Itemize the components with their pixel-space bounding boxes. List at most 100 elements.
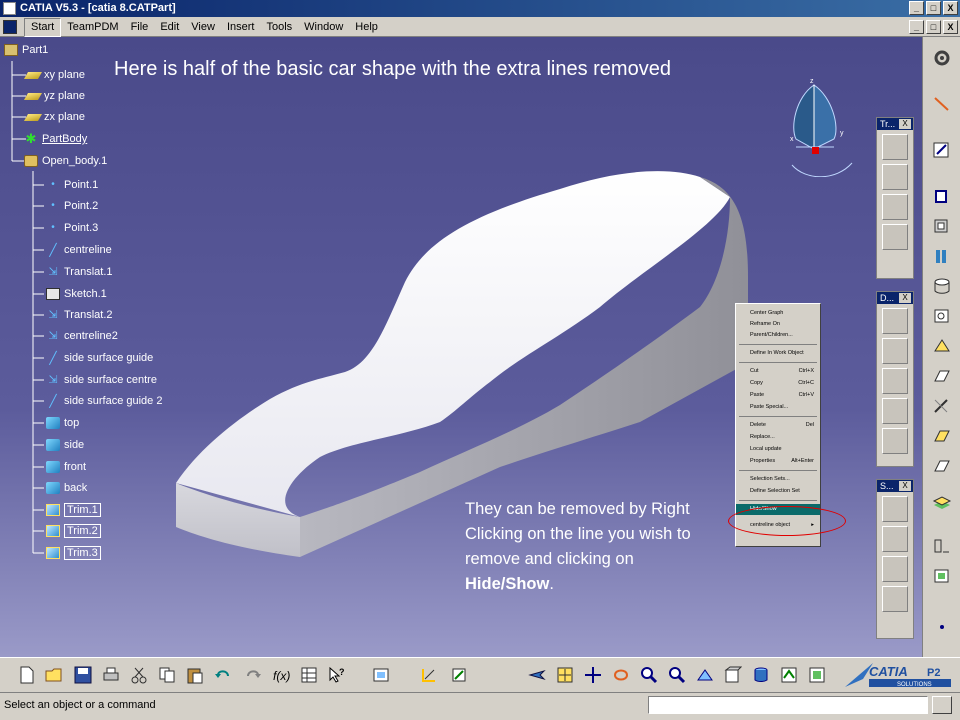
doc-close-button[interactable]: X (943, 20, 958, 34)
sketcher-icon[interactable] (450, 666, 468, 684)
tree-item-side[interactable]: side (46, 436, 84, 454)
context-item-reframe-on[interactable]: Reframe On (736, 319, 820, 330)
tree-item-translat-2[interactable]: ⇲ Translat.2 (46, 306, 112, 324)
remove-lump-tool-icon[interactable] (932, 457, 952, 475)
redo-icon[interactable] (244, 666, 262, 684)
normal-view-icon[interactable] (696, 666, 714, 684)
tree-item-yz-plane[interactable]: yz plane (23, 87, 85, 105)
close-button[interactable]: X (943, 1, 958, 15)
help-pointer-icon[interactable]: ? (328, 666, 346, 684)
tree-item-top[interactable]: top (46, 414, 79, 432)
close-icon[interactable]: X (899, 293, 911, 303)
tree-item-side-surface-centre[interactable]: ⇲ side surface centre (46, 371, 157, 389)
tree-item-front[interactable]: front (46, 458, 86, 476)
paste-icon[interactable] (186, 666, 204, 684)
command-button[interactable] (932, 696, 952, 714)
doc-maximize-button[interactable]: □ (926, 20, 941, 34)
tree-root-part1[interactable]: Part1 (4, 41, 48, 59)
menu-teampdm[interactable]: TeamPDM (61, 17, 124, 37)
shading-icon[interactable] (752, 666, 770, 684)
print-icon[interactable] (102, 666, 120, 684)
context-item-paste-special[interactable]: Paste Special... (736, 402, 820, 413)
analysis-tool-icon[interactable] (932, 567, 952, 585)
translate-tool-icon[interactable] (882, 134, 908, 160)
thickness-tool-icon[interactable] (882, 428, 908, 454)
tree-item-side-surface-guide-2[interactable]: ╱ side surface guide 2 (46, 392, 162, 410)
swap-visible-space-icon[interactable] (808, 666, 826, 684)
shell-tool-icon[interactable] (882, 398, 908, 424)
draft-tool-icon[interactable] (882, 368, 908, 394)
tree-item-zx-plane[interactable]: zx plane (23, 108, 85, 126)
sketch-mode-icon[interactable] (420, 666, 438, 684)
loft-tool-icon[interactable] (932, 397, 952, 415)
context-item-copy[interactable]: Copy Ctrl+C (736, 378, 820, 389)
zoom-in-icon[interactable] (640, 666, 658, 684)
context-item-define-selection-set[interactable]: Define Selection Set (736, 486, 820, 497)
copy-icon[interactable] (158, 666, 176, 684)
tree-item-centreline[interactable]: ╱ centreline (46, 241, 111, 259)
tree-item-centreline2[interactable]: ⇲ centreline2 (46, 327, 117, 345)
pan-icon[interactable] (584, 666, 602, 684)
toolbar-overflow-icon[interactable] (932, 617, 952, 635)
toolbar-title[interactable]: D... X (877, 292, 913, 304)
rib-tool-icon[interactable] (932, 307, 952, 325)
chamfer-tool-icon[interactable] (882, 338, 908, 364)
line-tool-icon[interactable] (932, 95, 952, 113)
layer-icon[interactable] (372, 666, 390, 684)
zoom-out-icon[interactable] (668, 666, 686, 684)
context-item-paste[interactable]: Paste Ctrl+V (736, 390, 820, 401)
menu-tools[interactable]: Tools (260, 17, 298, 37)
solid-combine-tool-icon[interactable] (932, 427, 952, 445)
open-folder-icon[interactable] (45, 666, 63, 684)
document-icon[interactable] (3, 20, 17, 34)
cut-icon[interactable] (130, 666, 148, 684)
compass-icon[interactable]: z x y (786, 77, 856, 177)
quick-view-icon[interactable] (724, 666, 742, 684)
undo-icon[interactable] (214, 666, 232, 684)
tree-item-partbody[interactable]: ✱ PartBody (24, 130, 88, 148)
gear-icon[interactable] (932, 49, 952, 67)
context-item-cut[interactable]: Cut Ctrl+X (736, 366, 820, 377)
menu-start[interactable]: Start (24, 18, 62, 37)
hide-show-icon[interactable] (780, 666, 798, 684)
tree-item-trim-1[interactable]: Trim.1 (46, 501, 101, 519)
fly-mode-icon[interactable] (528, 666, 546, 684)
close-icon[interactable]: X (899, 119, 911, 129)
sketch-tool-icon[interactable] (932, 141, 952, 159)
maximize-button[interactable]: □ (926, 1, 941, 15)
fillet-tool-icon[interactable] (882, 308, 908, 334)
sew-surface-tool-icon[interactable] (882, 586, 908, 612)
tree-item-point-3[interactable]: • Point.3 (46, 219, 98, 237)
pocket-tool-icon[interactable] (932, 217, 952, 235)
stiffener-tool-icon[interactable] (932, 367, 952, 385)
minimize-button[interactable]: _ (909, 1, 924, 15)
tree-item-point-1[interactable]: • Point.1 (46, 176, 98, 194)
save-icon[interactable] (74, 666, 92, 684)
3d-viewport[interactable]: Part1 xy plane yz plane zx plane ✱ PartBo… (0, 37, 922, 657)
tree-item-xy-plane[interactable]: xy plane (23, 66, 85, 84)
thick-surface-tool-icon[interactable] (882, 526, 908, 552)
table-icon[interactable] (300, 666, 318, 684)
slot-tool-icon[interactable] (932, 337, 952, 355)
tree-item-sketch-1[interactable]: Sketch.1 (46, 285, 107, 303)
context-item-center-graph[interactable]: Center Graph (736, 308, 820, 319)
menu-view[interactable]: View (185, 17, 221, 37)
split-tool-icon[interactable] (882, 496, 908, 522)
pattern-tool-icon[interactable] (882, 194, 908, 220)
menu-window[interactable]: Window (298, 17, 349, 37)
context-item-selection-sets[interactable]: Selection Sets... (736, 474, 820, 485)
tree-item-trim-3[interactable]: Trim.3 (46, 544, 101, 562)
toolbar-title[interactable]: S... X (877, 480, 913, 492)
formula-icon[interactable]: f(x) (272, 666, 290, 684)
context-item-parent-children[interactable]: Parent/Children... (736, 330, 820, 341)
scale-tool-icon[interactable] (882, 224, 908, 250)
close-surface-tool-icon[interactable] (882, 556, 908, 582)
tree-item-back[interactable]: back (46, 479, 87, 497)
tree-item-translat-1[interactable]: ⇲ Translat.1 (46, 263, 112, 281)
new-file-icon[interactable] (18, 666, 36, 684)
context-item-replace[interactable]: Replace... (736, 432, 820, 443)
fit-all-icon[interactable] (556, 666, 574, 684)
menu-insert[interactable]: Insert (221, 17, 261, 37)
context-item-local-update[interactable]: Local update (736, 444, 820, 455)
doc-minimize-button[interactable]: _ (909, 20, 924, 34)
